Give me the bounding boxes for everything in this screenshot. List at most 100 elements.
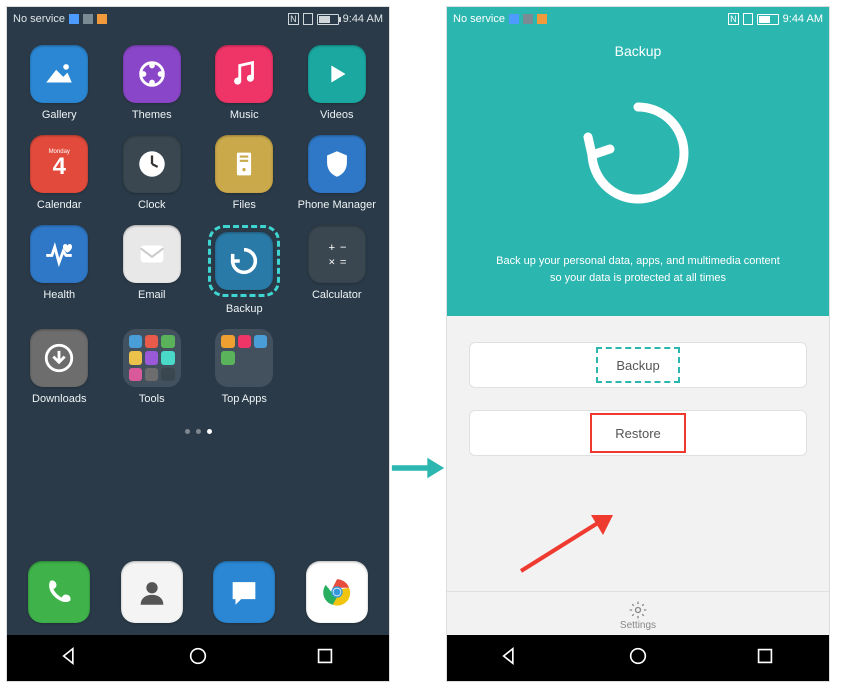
clock-icon bbox=[123, 135, 181, 193]
status-bar: No service N 9:44 AM bbox=[7, 7, 389, 31]
app-label: Videos bbox=[320, 109, 353, 121]
desc-line: Back up your personal data, apps, and mu… bbox=[471, 253, 805, 270]
app-label: Files bbox=[233, 199, 256, 211]
folder-icon bbox=[215, 329, 273, 387]
backup-button[interactable]: Backup bbox=[469, 342, 807, 388]
backup-description: Back up your personal data, apps, and mu… bbox=[447, 253, 829, 286]
app-music[interactable]: Music bbox=[201, 45, 287, 121]
nav-home-button[interactable] bbox=[187, 645, 209, 672]
app-label: Downloads bbox=[32, 393, 86, 405]
gallery-icon bbox=[30, 45, 88, 103]
app-gallery[interactable]: Gallery bbox=[16, 45, 102, 121]
status-indicator-icon bbox=[97, 14, 107, 24]
app-label: Music bbox=[230, 109, 259, 121]
app-files[interactable]: Files bbox=[201, 135, 287, 211]
svg-text:+: + bbox=[328, 242, 335, 254]
transition-arrow-icon bbox=[390, 204, 446, 482]
files-icon bbox=[215, 135, 273, 193]
app-label: Tools bbox=[139, 393, 165, 405]
app-label: Email bbox=[138, 289, 166, 301]
backup-header: No service N 9:44 AM Backup Back up your… bbox=[447, 7, 829, 316]
carrier-text: No service bbox=[453, 13, 505, 25]
calendar-icon: Monday 4 bbox=[30, 135, 88, 193]
music-icon bbox=[215, 45, 273, 103]
nav-recent-button[interactable] bbox=[754, 645, 776, 672]
desc-line: so your data is protected at all times bbox=[471, 270, 805, 287]
nav-recent-button[interactable] bbox=[314, 645, 336, 672]
calendar-day: 4 bbox=[53, 155, 66, 179]
page-indicator[interactable] bbox=[13, 429, 383, 434]
battery-icon bbox=[317, 14, 339, 25]
backup-icon bbox=[215, 232, 273, 290]
sim-icon bbox=[743, 13, 753, 25]
app-phone-manager[interactable]: Phone Manager bbox=[294, 135, 380, 211]
app-backup[interactable]: Backup bbox=[201, 225, 287, 315]
status-indicator-icon bbox=[83, 14, 93, 24]
app-label: Phone Manager bbox=[298, 199, 376, 211]
status-indicator-icon bbox=[69, 14, 79, 24]
app-videos[interactable]: Videos bbox=[294, 45, 380, 121]
nfc-icon: N bbox=[728, 13, 739, 25]
dock-phone[interactable] bbox=[28, 561, 90, 623]
email-icon bbox=[123, 225, 181, 283]
button-label: Restore bbox=[615, 426, 661, 441]
dock bbox=[7, 549, 389, 635]
app-calculator[interactable]: +−× = Calculator bbox=[294, 225, 380, 315]
app-top-apps-folder[interactable]: Top Apps bbox=[201, 329, 287, 405]
home-area: Gallery Themes Music Videos bbox=[7, 31, 389, 549]
themes-icon bbox=[123, 45, 181, 103]
health-icon bbox=[30, 225, 88, 283]
settings-label: Settings bbox=[620, 620, 656, 631]
dock-messages[interactable] bbox=[213, 561, 275, 623]
app-label: Backup bbox=[226, 303, 263, 315]
app-grid: Gallery Themes Music Videos bbox=[13, 45, 383, 405]
carrier-text: No service bbox=[13, 13, 65, 25]
app-clock[interactable]: Clock bbox=[109, 135, 195, 211]
android-navbar bbox=[7, 635, 389, 681]
nav-back-button[interactable] bbox=[500, 645, 522, 672]
battery-icon bbox=[757, 14, 779, 25]
app-downloads[interactable]: Downloads bbox=[16, 329, 102, 405]
app-label: Themes bbox=[132, 109, 172, 121]
phone-backup-app: No service N 9:44 AM Backup Back up your… bbox=[446, 6, 830, 682]
gear-icon bbox=[628, 600, 648, 620]
status-indicator-icon bbox=[523, 14, 533, 24]
app-calendar[interactable]: Monday 4 Calendar bbox=[16, 135, 102, 211]
svg-text:=: = bbox=[340, 256, 347, 268]
app-label: Clock bbox=[138, 199, 166, 211]
videos-icon bbox=[308, 45, 366, 103]
nav-home-button[interactable] bbox=[627, 645, 649, 672]
svg-text:×: × bbox=[328, 256, 335, 268]
phone-home-screen: No service N 9:44 AM Gallery bbox=[6, 6, 390, 682]
app-themes[interactable]: Themes bbox=[109, 45, 195, 121]
nav-back-button[interactable] bbox=[60, 645, 82, 672]
settings-button[interactable]: Settings bbox=[447, 591, 829, 635]
dock-browser[interactable] bbox=[306, 561, 368, 623]
calculator-icon: +−× = bbox=[308, 225, 366, 283]
app-label: Calendar bbox=[37, 199, 82, 211]
button-area: Backup Restore bbox=[447, 316, 829, 591]
app-label: Gallery bbox=[42, 109, 77, 121]
backup-hero-icon bbox=[578, 93, 698, 213]
clock-text: 9:44 AM bbox=[783, 13, 823, 25]
status-indicator-icon bbox=[537, 14, 547, 24]
restore-button[interactable]: Restore bbox=[469, 410, 807, 456]
app-health[interactable]: Health bbox=[16, 225, 102, 315]
app-tools-folder[interactable]: Tools bbox=[109, 329, 195, 405]
status-bar: No service N 9:44 AM bbox=[447, 7, 829, 31]
svg-text:−: − bbox=[340, 242, 347, 254]
clock-text: 9:44 AM bbox=[343, 13, 383, 25]
app-label: Calculator bbox=[312, 289, 362, 301]
app-label: Health bbox=[43, 289, 75, 301]
phone-manager-icon bbox=[308, 135, 366, 193]
button-label: Backup bbox=[616, 358, 659, 373]
app-email[interactable]: Email bbox=[109, 225, 195, 315]
status-indicator-icon bbox=[509, 14, 519, 24]
folder-icon bbox=[123, 329, 181, 387]
downloads-icon bbox=[30, 329, 88, 387]
app-label: Top Apps bbox=[222, 393, 267, 405]
dock-contacts[interactable] bbox=[121, 561, 183, 623]
android-navbar bbox=[447, 635, 829, 681]
nfc-icon: N bbox=[288, 13, 299, 25]
highlight-dashed-box bbox=[208, 225, 280, 297]
